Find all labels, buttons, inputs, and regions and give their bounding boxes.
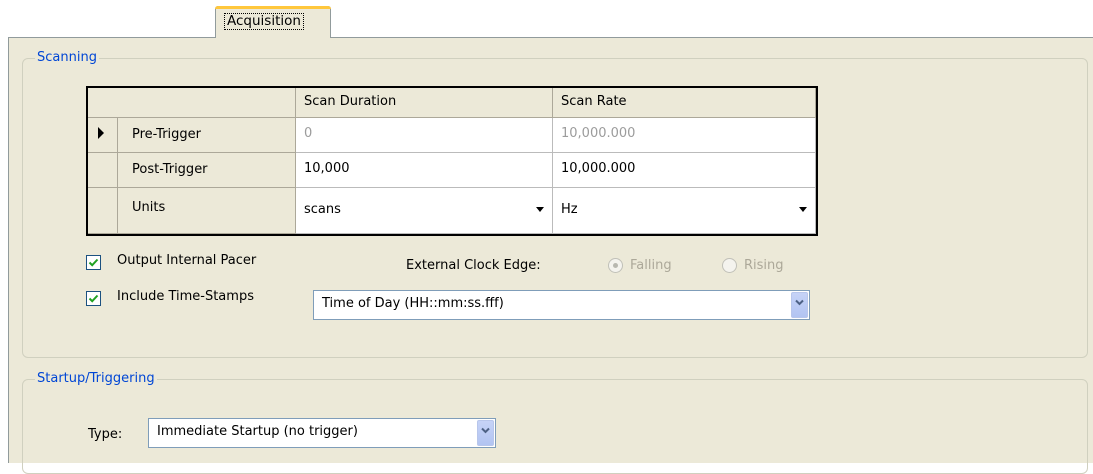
chevron-down-icon <box>481 427 490 434</box>
rising-edge-label[interactable]: Rising <box>744 258 784 273</box>
rising-edge-radio[interactable] <box>722 258 737 273</box>
duration-units-dropdown[interactable]: scans <box>296 188 553 234</box>
tab-highlight <box>215 6 331 9</box>
tab-acquisition-label: Acquisition <box>224 13 304 30</box>
row-selector[interactable] <box>88 153 118 188</box>
cell-value: 10,000 <box>304 161 350 176</box>
cell-value: scans <box>304 202 341 217</box>
trigger-type-value: Immediate Startup (no trigger) <box>157 424 358 439</box>
grid-header-scan-rate[interactable]: Scan Rate <box>553 88 816 118</box>
time-format-dropdown-button[interactable] <box>791 292 808 318</box>
row-selector[interactable] <box>88 118 118 153</box>
falling-edge-label[interactable]: Falling <box>630 258 672 273</box>
external-clock-edge-label: External Clock Edge: <box>406 258 541 273</box>
radio-selected-dot <box>613 263 618 268</box>
row-header-units: Units <box>118 188 296 234</box>
time-format-value: Time of Day (HH::mm:ss.fff) <box>322 296 504 311</box>
grid-header-scan-duration[interactable]: Scan Duration <box>296 88 553 118</box>
row-header-pre-trigger: Pre-Trigger <box>118 118 296 153</box>
pre-trigger-rate-cell[interactable]: 10,000.000 <box>553 118 816 153</box>
startup-triggering-group-title: Startup/Triggering <box>35 371 157 387</box>
post-trigger-rate-cell[interactable]: 10,000.000 <box>553 153 816 188</box>
grid-header-label: Scan Rate <box>561 94 627 109</box>
chevron-down-icon <box>536 207 544 212</box>
checkmark-icon <box>88 294 99 303</box>
checkmark-icon <box>88 258 99 267</box>
row-label: Units <box>132 200 166 215</box>
trigger-type-dropdown-button[interactable] <box>477 420 494 446</box>
include-time-stamps-checkbox[interactable] <box>86 291 101 306</box>
time-format-combobox[interactable]: Time of Day (HH::mm:ss.fff) <box>313 290 810 320</box>
include-time-stamps-label[interactable]: Include Time-Stamps <box>117 289 254 304</box>
row-label: Post-Trigger <box>132 162 208 177</box>
grid-corner-header <box>88 88 296 118</box>
row-label: Pre-Trigger <box>132 127 201 142</box>
grid-header-label: Scan Duration <box>304 94 397 109</box>
post-trigger-duration-cell[interactable]: 10,000 <box>296 153 553 188</box>
chevron-down-icon <box>799 207 807 212</box>
trigger-type-label: Type: <box>88 427 123 442</box>
row-header-post-trigger: Post-Trigger <box>118 153 296 188</box>
falling-edge-radio[interactable] <box>608 258 623 273</box>
chevron-down-icon <box>795 299 804 306</box>
pre-trigger-duration-cell[interactable]: 0 <box>296 118 553 153</box>
rate-units-dropdown[interactable]: Hz <box>553 188 816 234</box>
row-selector[interactable] <box>88 188 118 234</box>
output-internal-pacer-label[interactable]: Output Internal Pacer <box>117 253 256 268</box>
trigger-type-combobox[interactable]: Immediate Startup (no trigger) <box>148 418 496 448</box>
scanning-group-title: Scanning <box>35 50 99 66</box>
current-row-pointer-icon <box>98 127 104 139</box>
cell-value: Hz <box>561 202 578 217</box>
output-internal-pacer-checkbox[interactable] <box>86 255 101 270</box>
cell-value: 0 <box>304 126 313 141</box>
scan-settings-grid[interactable]: Scan Duration Scan Rate Pre-Trigger 0 10… <box>86 86 818 236</box>
cell-value: 10,000.000 <box>561 161 636 176</box>
cell-value: 10,000.000 <box>561 126 636 141</box>
tab-acquisition[interactable]: Acquisition <box>215 6 331 38</box>
